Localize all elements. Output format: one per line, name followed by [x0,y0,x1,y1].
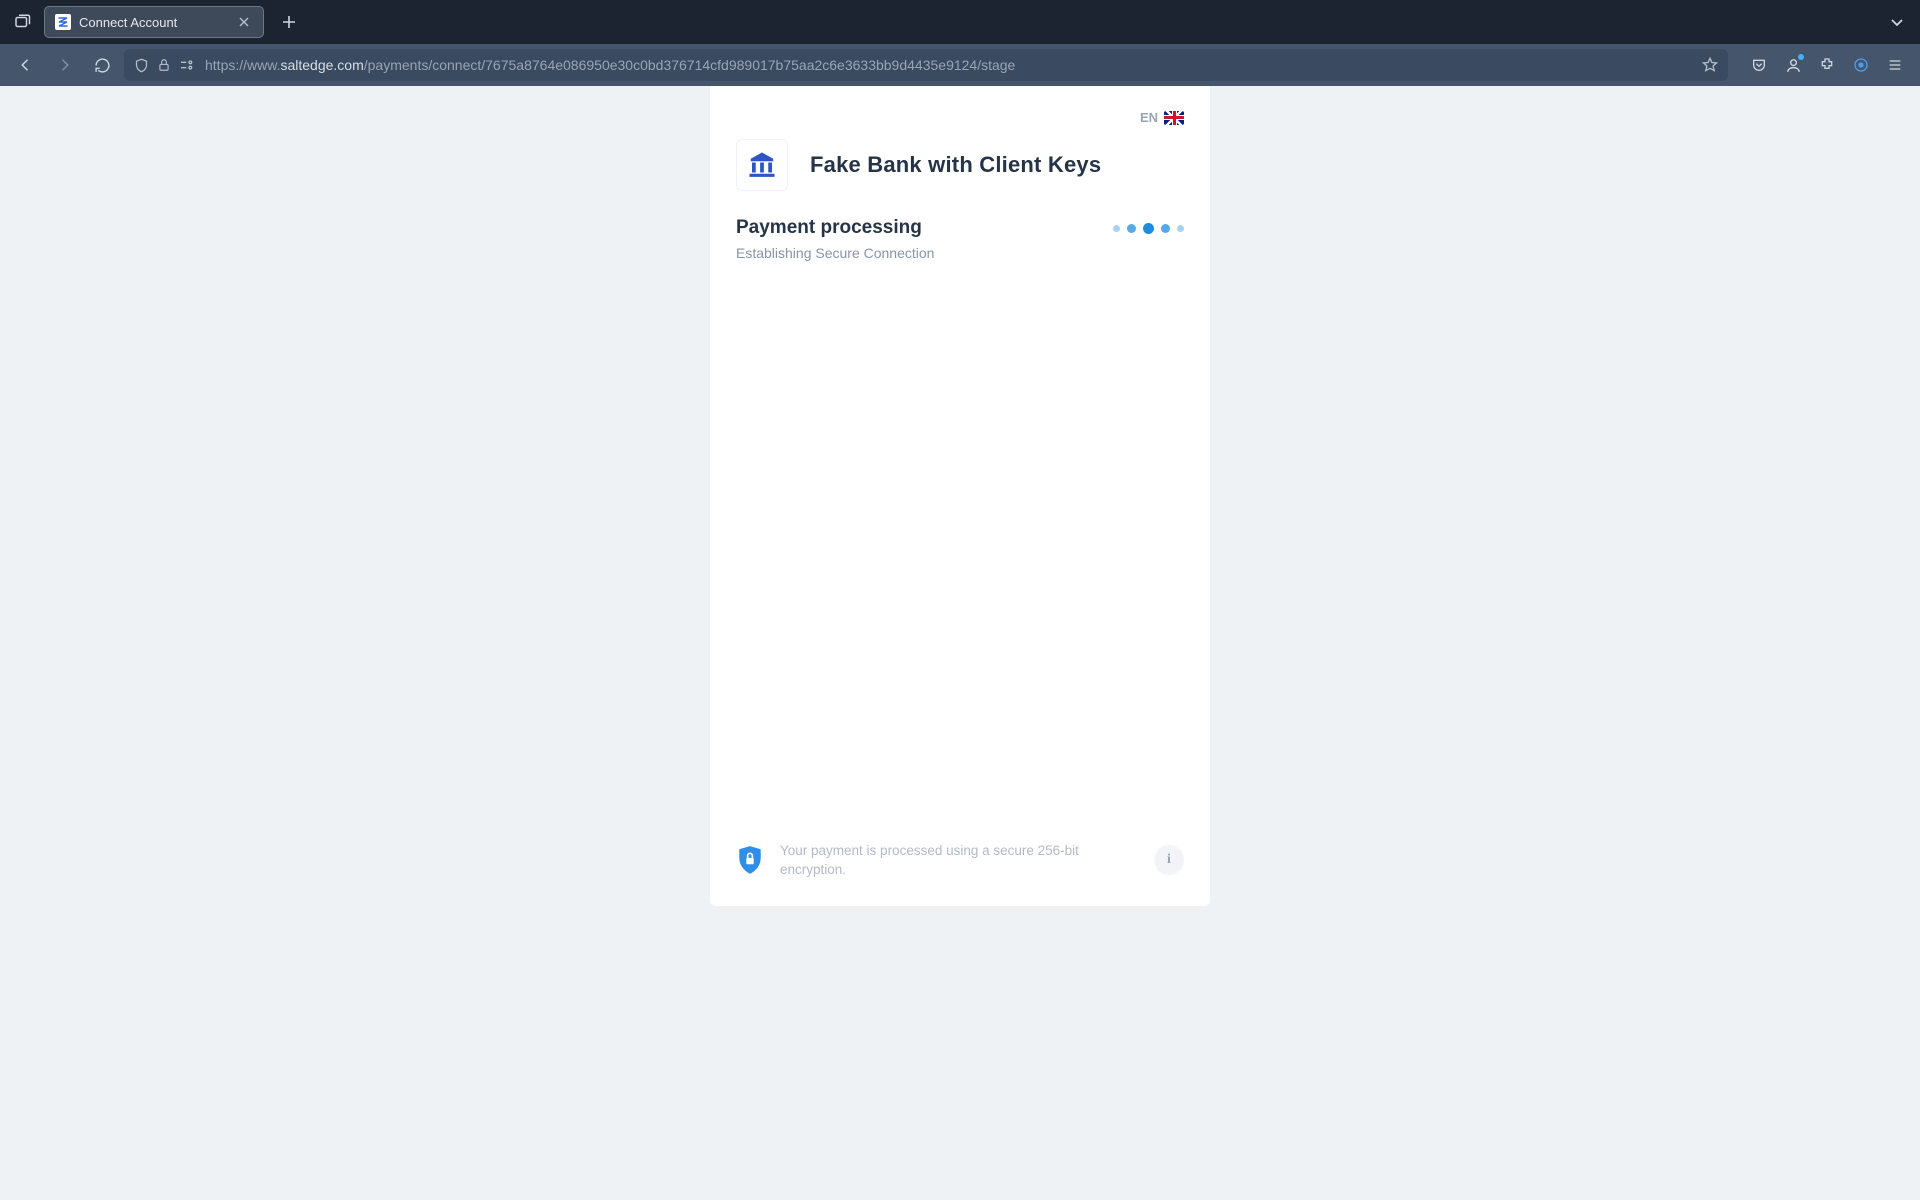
shield-icon [134,58,149,73]
address-bar[interactable]: https://www.saltedge.com/payments/connec… [124,49,1728,81]
flag-uk-icon [1164,111,1184,125]
loader-dot-icon [1127,224,1136,233]
bank-header: Fake Bank with Client Keys [736,139,1184,191]
permissions-icon [179,58,195,72]
url-path: /payments/connect/7675a8764e086950e30c0b… [364,57,1016,73]
security-shield-icon [736,844,764,876]
browser-tab-bar: Connect Account [0,0,1920,44]
security-footer: Your payment is processed using a secure… [736,841,1184,880]
url-protocol: https://www. [205,57,280,73]
loader-dot-icon [1161,224,1170,233]
site-security-icons[interactable] [134,58,195,73]
security-footer-text: Your payment is processed using a secure… [780,841,1138,880]
tab-close-button[interactable] [235,13,253,31]
tab-favicon-icon [55,14,71,30]
pocket-button[interactable] [1744,50,1774,80]
back-button[interactable] [10,49,42,81]
bookmark-star-button[interactable] [1702,57,1718,73]
tab-title: Connect Account [79,15,235,30]
loader-dot-icon [1143,223,1154,234]
extensions-button[interactable] [1812,50,1842,80]
loader-dot-icon [1113,225,1120,232]
progress-loader [1113,223,1184,234]
connect-panel: EN Fake Bank with Client Keys Payment pr… [710,86,1210,906]
toolbar-right-group [1744,50,1910,80]
loader-dot-icon [1177,225,1184,232]
page-viewport: EN Fake Bank with Client Keys Payment pr… [0,86,1920,1200]
language-selector[interactable]: EN [736,110,1184,125]
bank-logo-icon [736,139,788,191]
info-button[interactable]: i [1154,845,1184,875]
password-manager-button[interactable] [1846,50,1876,80]
language-code: EN [1140,110,1158,125]
url-domain: saltedge.com [280,57,363,73]
browser-toolbar: https://www.saltedge.com/payments/connec… [0,44,1920,86]
browser-tab-active[interactable]: Connect Account [44,6,264,38]
info-icon: i [1167,852,1171,868]
app-menu-button[interactable] [1880,50,1910,80]
url-text: https://www.saltedge.com/payments/connec… [205,57,1692,73]
status-row: Payment processing [736,217,1184,239]
forward-button[interactable] [48,49,80,81]
tabs-dropdown-button[interactable] [1882,7,1912,37]
status-title: Payment processing [736,217,922,239]
status-subtitle: Establishing Secure Connection [736,245,1184,261]
recent-windows-icon[interactable] [8,8,36,36]
new-tab-button[interactable] [274,7,304,37]
account-button[interactable] [1778,50,1808,80]
reload-button[interactable] [86,49,118,81]
lock-icon [157,58,171,72]
bank-name: Fake Bank with Client Keys [810,152,1101,178]
